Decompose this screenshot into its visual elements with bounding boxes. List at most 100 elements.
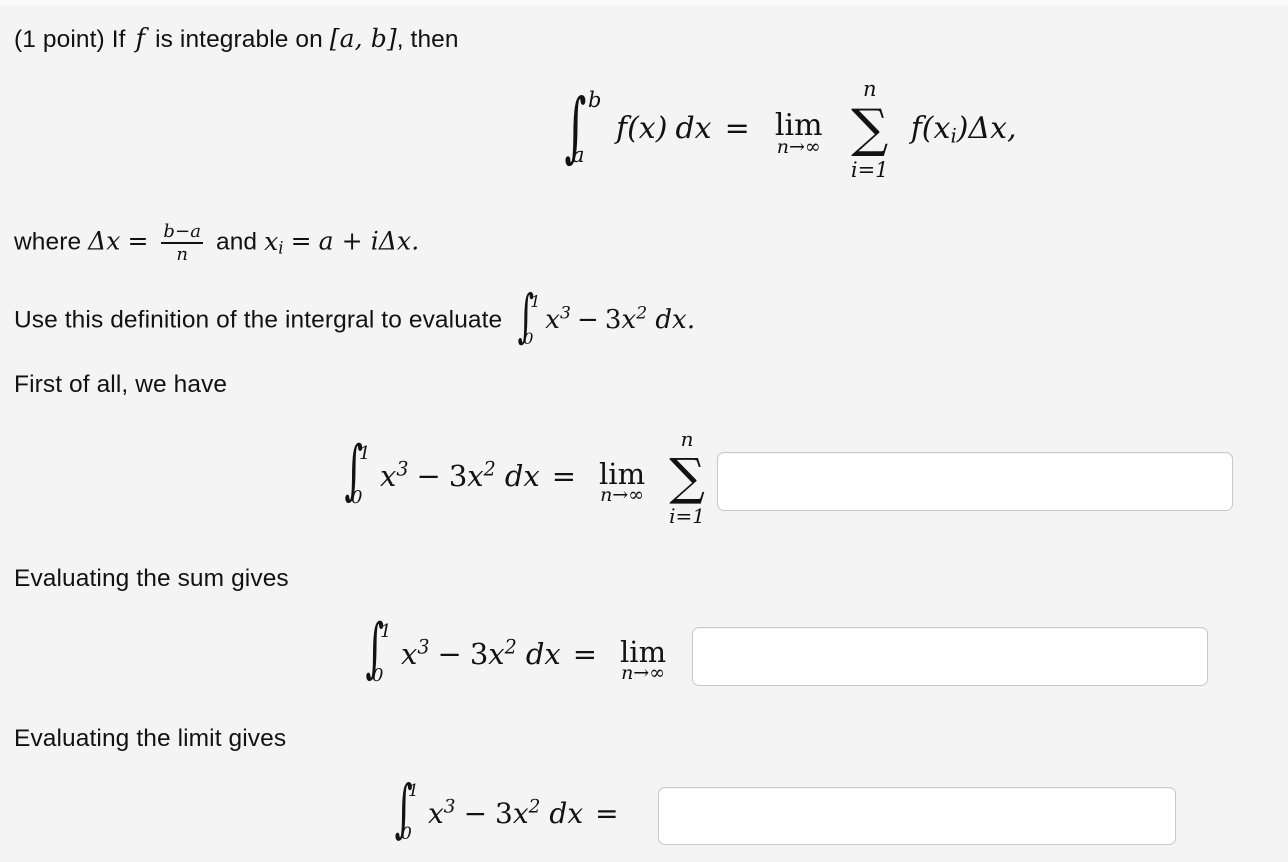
sum-upper-limit: n [862, 77, 877, 101]
integral-lower-limit: 0 [523, 328, 534, 348]
integral-lower-limit: 0 [372, 665, 384, 686]
step-2-integrand: x3−3x2 dx [401, 637, 561, 671]
second-x-term: x [512, 796, 529, 830]
summand-close-deltax: )Δx, [956, 110, 1017, 146]
step-2-label: Evaluating the sum gives [14, 565, 289, 592]
differential-dx: dx [675, 110, 712, 146]
summation-operator: n ∑ i=1 [658, 429, 716, 526]
integral-sign-step-3: ∫ 1 0 [392, 776, 421, 844]
fraction-denominator: n [176, 243, 189, 265]
equals-sign: = [551, 459, 577, 493]
points-label: (1 point) [14, 26, 105, 53]
coefficient-3: 3 [495, 796, 513, 830]
second-x-term: x [467, 459, 484, 493]
integral-sign-definition: ∫ b a [560, 88, 604, 167]
interval-ab: [a, b] [329, 24, 397, 53]
sum-lower-limit: i=1 [850, 158, 889, 182]
sigma-glyph: ∑ [669, 448, 705, 506]
instruction-integrand: x3−3x2 dx. [545, 305, 695, 335]
minus-sign: − [463, 796, 488, 830]
integral-sign-instruction: ∫ 1 0 [515, 289, 541, 348]
limit-operator: lim n→∞ [588, 454, 656, 505]
answer-input-final-value[interactable] [658, 787, 1176, 845]
summation-operator: n ∑ i=1 [839, 79, 901, 181]
sum-upper-limit: n [680, 427, 694, 451]
step-1-label: First of all, we have [14, 371, 228, 398]
integral-upper-limit: 1 [408, 781, 419, 801]
integral-lower-limit: 0 [401, 824, 412, 844]
statement-text-before-f: If [111, 26, 126, 53]
step-3-integrand: x3−3x2 dx [428, 797, 583, 830]
integral-sign-step-1: ∫ 1 0 [342, 438, 372, 508]
fraction-numerator: b−a [163, 221, 202, 242]
sigma-glyph: ∑ [851, 99, 889, 159]
integral-upper-limit: 1 [530, 292, 541, 311]
differential-dx: dx [504, 459, 540, 493]
integral-sign-step-2: ∫ 1 0 [363, 616, 393, 686]
second-x-term: x [488, 637, 505, 671]
problem-page: (1 point) If f is integrable on [a, b], … [0, 0, 1288, 862]
integral-upper-limit: b [588, 88, 602, 112]
summand-f-open: f(x [910, 110, 951, 146]
function-symbol-f: f [135, 24, 146, 54]
integral-lower-limit: a [572, 143, 585, 167]
minus-sign: − [437, 637, 462, 671]
where-equals-2: = [290, 226, 312, 256]
second-x-exponent: 2 [528, 796, 541, 818]
step-1-integrand: x3−3x2 dx [380, 459, 540, 493]
problem-statement: (1 point) If f is integrable on [a, b], … [14, 24, 459, 55]
integral-upper-limit: 1 [380, 621, 392, 642]
definition-display-equation: ∫ b a f(x) dx = lim n→∞ n ∑ i=1 f(xi)Δx, [560, 79, 1017, 181]
x-exponent: 3 [417, 635, 430, 659]
differential-dx: dx [549, 796, 584, 830]
instruction-text: Use this definition of the intergral to … [14, 306, 503, 334]
x-term: x [428, 796, 444, 830]
coefficient-3: 3 [448, 459, 468, 493]
sum-lower-limit: i=1 [669, 504, 706, 528]
statement-text-after-f: is integrable on [155, 26, 323, 53]
answer-input-sum[interactable] [717, 452, 1233, 511]
where-rhs: a + iΔx. [318, 226, 420, 256]
second-x-term: x [621, 305, 637, 336]
summand-expression: f(xi)Δx, [911, 111, 1017, 146]
where-equals-1: = [127, 226, 149, 256]
instruction-line: Use this definition of the intergral to … [14, 289, 695, 348]
limit-operator: lim n→∞ [609, 632, 677, 683]
x-term: x [401, 637, 418, 671]
x-exponent: 3 [396, 457, 409, 481]
equals-sign: = [572, 637, 598, 671]
coefficient-3: 3 [469, 637, 489, 671]
second-x-exponent: 2 [636, 303, 648, 324]
integral-upper-limit: 1 [359, 443, 371, 464]
step-3-label: Evaluating the limit gives [14, 725, 287, 752]
where-line: where Δx = b−a n and xi = a + iΔx. [14, 221, 420, 265]
x-symbol: x [264, 226, 279, 256]
limit-operator: lim n→∞ [763, 105, 835, 157]
top-edge-strip [0, 0, 1288, 5]
delta-x-symbol: Δx [88, 226, 121, 256]
x-term: x [380, 459, 397, 493]
step-2-equation: ∫ 1 0 x3−3x2 dx = lim n→∞ [363, 616, 677, 686]
differential-dx: dx [525, 637, 561, 671]
answer-input-limit-expression[interactable] [692, 627, 1208, 686]
minus-sign: − [576, 305, 599, 336]
where-conjunction: and [215, 228, 258, 256]
where-prefix: where [14, 228, 82, 256]
equals-sign: = [595, 796, 619, 830]
second-x-exponent: 2 [504, 635, 517, 659]
delta-x-fraction: b−a n [161, 221, 204, 265]
coefficient-3: 3 [604, 305, 622, 336]
integrand-fx: f(x) [616, 110, 668, 146]
instruction-differential: dx [655, 305, 687, 336]
x-subscript-i: xi [264, 227, 284, 256]
integral-lower-limit: 0 [351, 487, 363, 508]
x-term: x [545, 305, 560, 336]
limit-subscript: n→∞ [621, 662, 666, 684]
second-x-exponent: 2 [483, 457, 496, 481]
step-1-equation: ∫ 1 0 x3−3x2 dx = lim n→∞ n ∑ i=1 [342, 429, 716, 526]
statement-text-end: , then [396, 26, 459, 53]
limit-subscript: n→∞ [600, 484, 645, 506]
x-exponent: 3 [443, 796, 456, 818]
x-index: i [278, 238, 284, 258]
x-exponent: 3 [559, 303, 571, 324]
